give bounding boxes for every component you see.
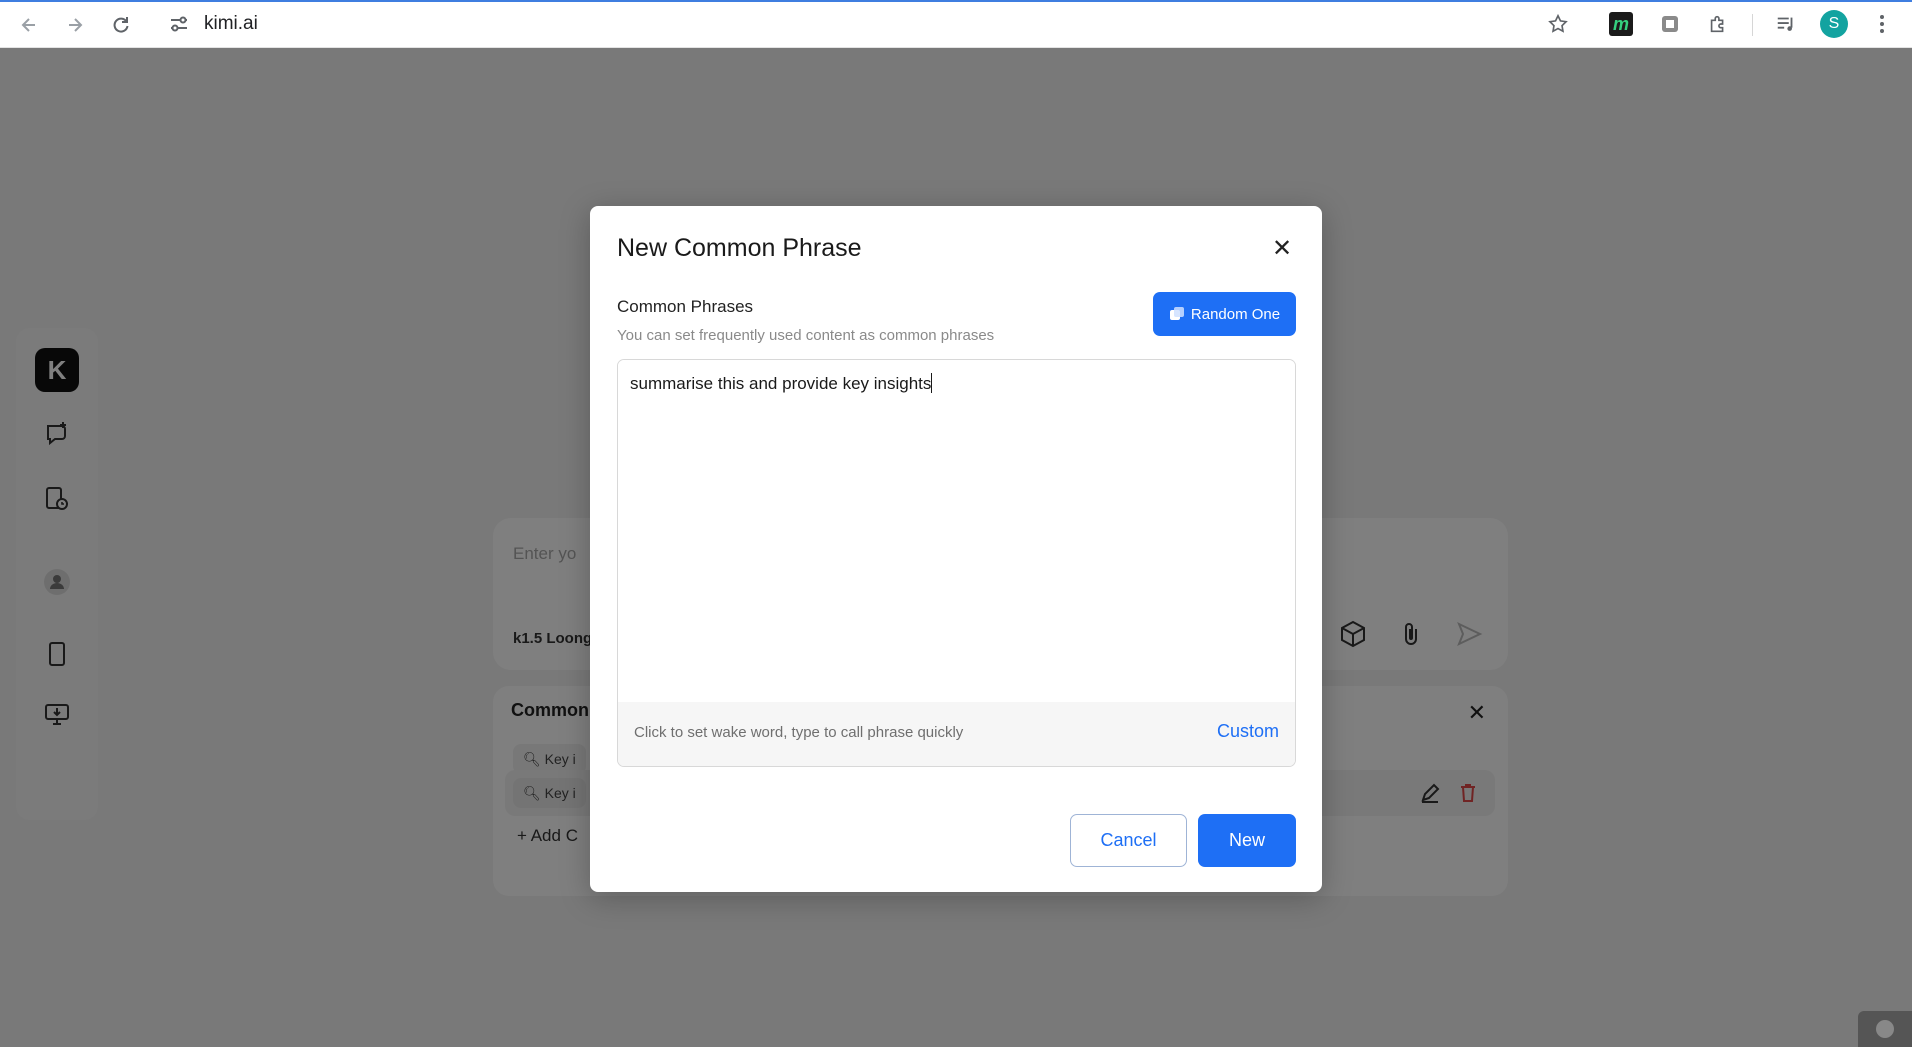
dialog-close-icon[interactable]: ✕ [1266,232,1298,264]
dice-icon [1169,307,1184,320]
corner-chat-widget-icon[interactable] [1858,1011,1912,1047]
wake-word-bar: Click to set wake word, type to call phr… [618,702,1295,766]
random-one-button[interactable]: Random One [1153,292,1296,336]
profile-avatar[interactable]: S [1818,8,1850,40]
common-phrases-hint: You can set frequently used content as c… [617,327,995,344]
extensions-puzzle-icon[interactable] [1702,8,1734,40]
new-button[interactable]: New [1198,814,1296,867]
reload-icon[interactable] [104,8,138,42]
cancel-button[interactable]: Cancel [1070,814,1187,867]
browser-toolbar: kimi.ai m S [0,0,1912,48]
text-caret [931,373,933,393]
extension-puzzle-box-icon[interactable] [1654,8,1686,40]
phrase-textarea[interactable]: summarise this and provide key insights [618,360,1295,702]
extension-m-icon[interactable]: m [1605,8,1637,40]
bookmark-star-icon[interactable] [1542,8,1574,40]
address-bar[interactable]: kimi.ai [204,10,258,38]
forward-icon[interactable] [58,8,92,42]
new-common-phrase-dialog: New Common Phrase ✕ Common Phrases You c… [590,206,1322,892]
custom-wake-word-link[interactable]: Custom [1217,721,1279,742]
common-phrases-label: Common Phrases [617,297,754,316]
toolbar-divider [1752,14,1753,36]
wake-word-hint[interactable]: Click to set wake word, type to call phr… [634,724,963,741]
media-queue-icon[interactable] [1770,8,1802,40]
phrase-editor[interactable]: summarise this and provide key insights … [617,359,1296,767]
more-menu-icon[interactable] [1866,8,1898,40]
back-icon[interactable] [12,8,46,42]
site-settings-icon[interactable] [166,10,192,38]
dialog-title: New Common Phrase [617,234,862,262]
